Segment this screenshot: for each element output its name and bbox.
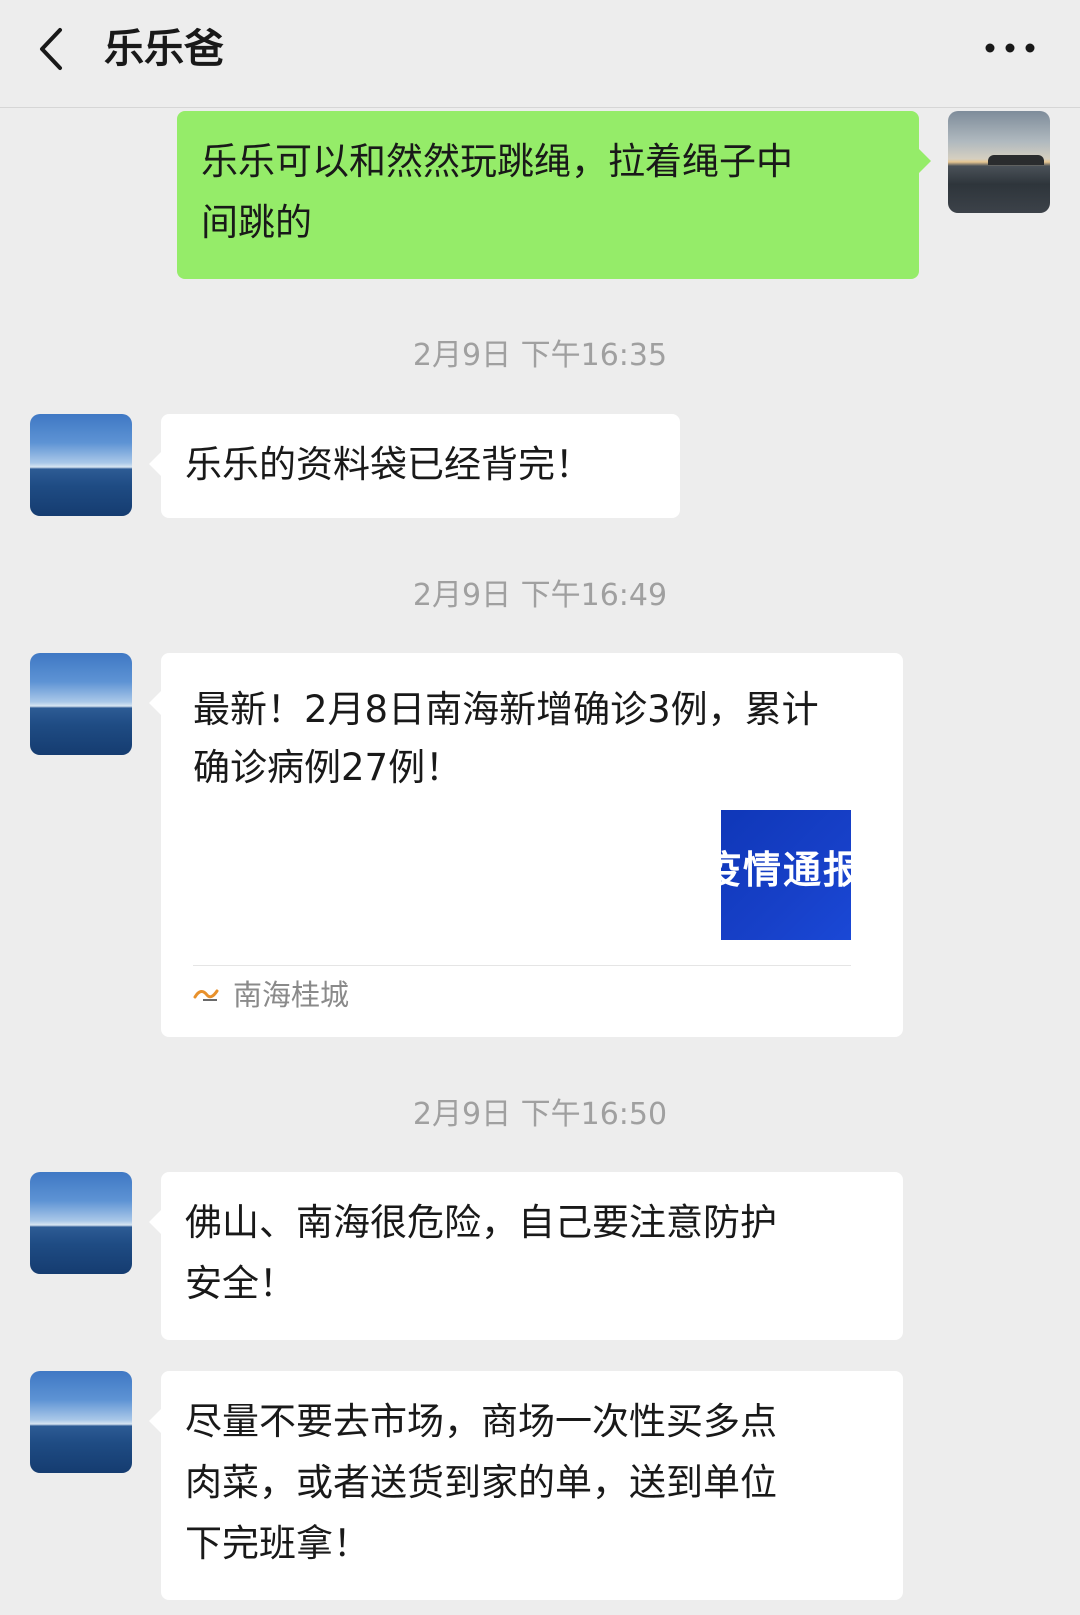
message-bubble-received[interactable]: 佛山、南海很危险，自己要注意防护 安全！ xyxy=(149,1172,903,1340)
sea-horizon-avatar[interactable] xyxy=(30,414,132,516)
message-line: 间跳的 xyxy=(201,201,312,244)
message-timestamp: 2月9日 下午16:50 xyxy=(412,1097,668,1132)
sea-horizon-avatar[interactable] xyxy=(30,653,132,755)
message-bubble-received[interactable]: 乐乐的资料袋已经背完！ xyxy=(149,414,680,518)
message-line: 乐乐的资料袋已经背完！ xyxy=(185,443,592,486)
bubble-tail xyxy=(919,149,931,173)
message-bubble-sent[interactable]: 乐乐可以和然然玩跳绳，拉着绳子中 间跳的 xyxy=(177,111,931,279)
sunset-island-avatar[interactable] xyxy=(948,111,1050,213)
bubble-tail xyxy=(149,452,161,476)
chat-title: 乐乐爸 xyxy=(104,26,224,72)
ellipsis-icon[interactable] xyxy=(982,36,1038,60)
guicheng-logo-icon xyxy=(193,989,219,1001)
card-divider xyxy=(193,965,851,966)
message-timestamp: 2月9日 下午16:49 xyxy=(412,578,668,613)
message-line: 肉菜，或者送货到家的单，送到单位 xyxy=(185,1461,777,1504)
message-line: 下完班拿！ xyxy=(185,1522,370,1565)
message-timestamp: 2月9日 下午16:35 xyxy=(412,338,668,373)
article-thumbnail-text: 疫情通报 xyxy=(721,848,851,892)
sea-horizon-avatar[interactable] xyxy=(30,1172,132,1274)
message-line: 尽量不要去市场，商场一次性买多点 xyxy=(185,1400,777,1443)
chat-header: 乐乐爸 xyxy=(0,0,1080,108)
message-bubble-received[interactable]: 尽量不要去市场，商场一次性买多点 肉菜，或者送货到家的单，送到单位 下完班拿！ xyxy=(149,1371,903,1600)
bubble-tail xyxy=(149,691,161,715)
chevron-left-icon[interactable] xyxy=(30,24,80,74)
bubble-tail xyxy=(149,1210,161,1234)
message-line: 乐乐可以和然然玩跳绳，拉着绳子中 xyxy=(201,140,793,183)
article-source: 南海桂城 xyxy=(233,978,350,1012)
message-line: 佛山、南海很危险，自己要注意防护 xyxy=(185,1201,777,1244)
article-card[interactable]: 最新！2月8日南海新增确诊3例，累计确诊病例27例！ 疫情通报 南海桂城 xyxy=(149,653,903,1037)
article-thumbnail: 疫情通报 xyxy=(721,810,851,940)
bubble-tail xyxy=(149,1409,161,1433)
sea-horizon-avatar[interactable] xyxy=(30,1371,132,1473)
article-card-title: 最新！2月8日南海新增确诊3例，累计确诊病例27例！ xyxy=(193,688,819,789)
message-line: 安全！ xyxy=(185,1262,296,1305)
island-shape xyxy=(988,155,1044,165)
